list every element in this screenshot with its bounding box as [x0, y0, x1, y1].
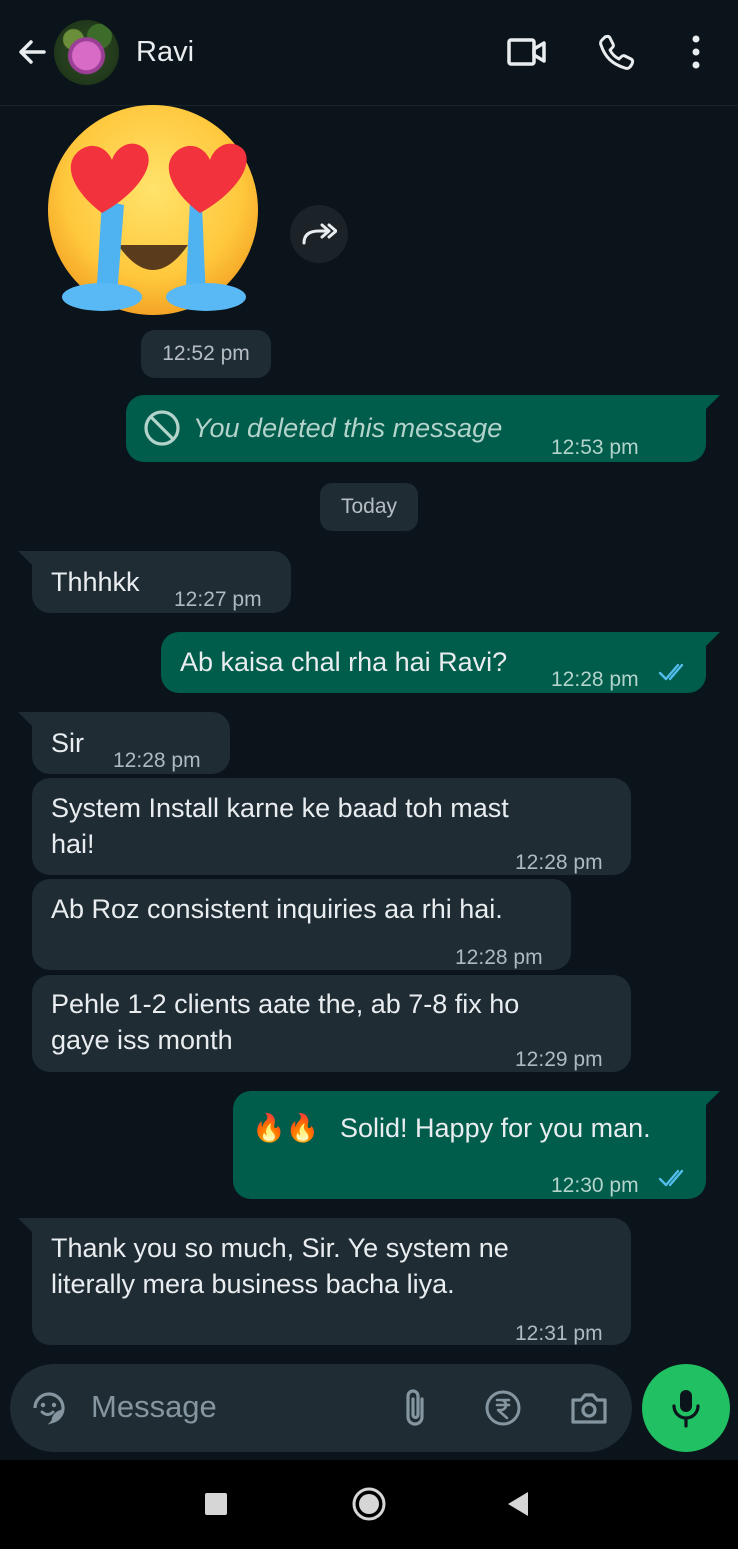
message-text: hai!	[51, 829, 95, 859]
message-composer: Message	[10, 1364, 632, 1452]
recents-icon[interactable]	[196, 1484, 236, 1524]
back-arrow-icon[interactable]	[10, 30, 54, 74]
video-call-icon[interactable]	[505, 30, 549, 74]
payment-rupee-icon[interactable]	[481, 1386, 525, 1430]
incoming-message-bubble[interactable]: Ab Roz consistent inquiries aa rhi hai. …	[32, 879, 571, 970]
forward-icon[interactable]	[290, 205, 348, 263]
attach-icon[interactable]	[393, 1386, 437, 1430]
microphone-button[interactable]	[642, 1364, 730, 1452]
message-text: Pehle 1-2 clients aate the, ab 7-8 fix h…	[51, 989, 520, 1019]
message-time: 12:30 pm	[551, 1174, 639, 1197]
incoming-message-bubble[interactable]: System Install karne ke baad toh mast ha…	[32, 778, 631, 875]
bubble-tail	[18, 551, 32, 565]
bubble-tail	[706, 1091, 720, 1105]
camera-icon[interactable]	[567, 1386, 611, 1430]
incoming-message-bubble[interactable]: Pehle 1-2 clients aate the, ab 7-8 fix h…	[32, 975, 631, 1072]
more-options-icon[interactable]	[674, 30, 718, 74]
emoji-sticker[interactable]	[40, 105, 270, 330]
blocked-icon	[144, 410, 180, 446]
message-input[interactable]: Message	[91, 1389, 217, 1425]
message-time: 12:53 pm	[551, 436, 639, 459]
microphone-icon	[672, 1390, 700, 1428]
message-text: System Install karne ke baad toh mast	[51, 793, 509, 823]
incoming-message-bubble[interactable]: Thank you so much, Sir. Ye system ne lit…	[32, 1218, 631, 1345]
message-text: Ab kaisa chal rha hai Ravi?	[180, 647, 508, 677]
outgoing-message-bubble[interactable]: 🔥🔥 Solid! Happy for you man. 12:30 pm	[233, 1091, 706, 1199]
message-text: Thank you so much, Sir. Ye system ne	[51, 1233, 509, 1263]
message-text: Sir	[51, 728, 84, 758]
message-text: Ab Roz consistent inquiries aa rhi hai.	[51, 894, 503, 924]
message-time: 12:28 pm	[551, 668, 639, 691]
chat-header: Ravi	[0, 0, 738, 106]
fire-emoji: 🔥🔥	[252, 1113, 320, 1143]
outgoing-message-bubble[interactable]: Ab kaisa chal rha hai Ravi? 12:28 pm	[161, 632, 706, 693]
sticker-icon[interactable]	[27, 1386, 71, 1430]
message-text: gaye iss month	[51, 1025, 233, 1055]
message-time: 12:28 pm	[113, 749, 201, 772]
deleted-message-bubble[interactable]: You deleted this message 12:53 pm	[126, 395, 706, 462]
incoming-message-bubble[interactable]: Sir 12:28 pm	[32, 712, 230, 774]
message-text: literally mera business bacha liya.	[51, 1269, 455, 1299]
back-icon[interactable]	[499, 1484, 539, 1524]
message-time: 12:28 pm	[515, 851, 603, 874]
date-divider: Today	[320, 483, 418, 531]
bubble-tail	[706, 632, 720, 646]
deleted-message-text: You deleted this message	[193, 413, 503, 443]
read-ticks-icon	[658, 1169, 684, 1187]
message-time: 12:28 pm	[455, 946, 543, 969]
message-time: 12:31 pm	[515, 1322, 603, 1345]
bubble-tail	[18, 712, 32, 726]
message-text: Solid! Happy for you man.	[340, 1113, 651, 1143]
heart-eyes-crying-face-icon	[48, 105, 258, 315]
home-icon[interactable]	[349, 1484, 389, 1524]
avatar[interactable]	[54, 20, 119, 85]
voice-call-icon[interactable]	[595, 30, 639, 74]
bubble-tail	[706, 395, 720, 409]
incoming-message-bubble[interactable]: Thhhkk 12:27 pm	[32, 551, 291, 613]
system-nav-bar	[0, 1460, 738, 1549]
message-time: 12:29 pm	[515, 1048, 603, 1071]
contact-name[interactable]: Ravi	[136, 36, 194, 69]
read-ticks-icon	[658, 663, 684, 681]
sticker-timestamp: 12:52 pm	[141, 330, 271, 378]
message-time: 12:27 pm	[174, 588, 262, 611]
bubble-tail	[18, 1218, 32, 1232]
message-text: Thhhkk	[51, 567, 140, 597]
